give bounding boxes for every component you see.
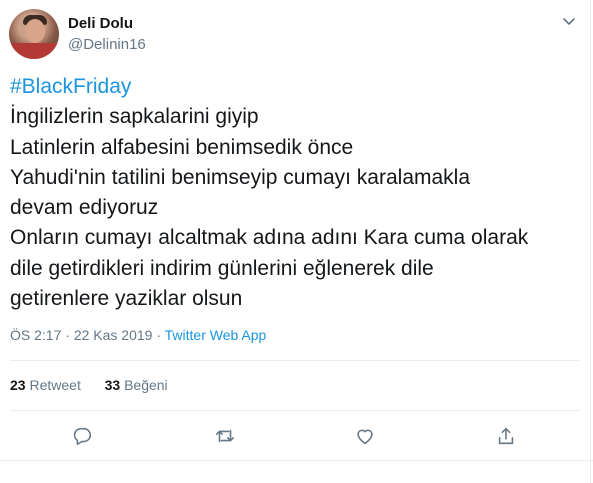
tweet-line: İngilizlerin sapkalarini giyip bbox=[10, 105, 259, 129]
share-icon[interactable] bbox=[495, 425, 517, 447]
user-handle[interactable]: @Delinin16 bbox=[68, 36, 146, 53]
retweet-icon[interactable] bbox=[214, 425, 236, 447]
tweet-stats: 23 Retweet 33 Beğeni bbox=[10, 377, 168, 393]
tweet-line: Latinlerin alfabesini benimsedik önce bbox=[10, 135, 354, 159]
retweet-count: 23 bbox=[10, 377, 26, 393]
divider bbox=[10, 360, 580, 361]
tweet-source-link[interactable]: Twitter Web App bbox=[165, 327, 267, 343]
tweet-meta: ÖS 2:17 · 22 Kas 2019 · Twitter Web App bbox=[10, 327, 266, 343]
tweet-time[interactable]: ÖS 2:17 bbox=[10, 327, 61, 343]
tweet-line: Yahudi'nin tatilini benimseyip cumayı ka… bbox=[10, 165, 471, 189]
hashtag-link[interactable]: #BlackFriday bbox=[10, 72, 580, 102]
meta-separator: · bbox=[61, 327, 74, 343]
avatar[interactable] bbox=[9, 9, 59, 59]
card-right-border bbox=[590, 0, 591, 483]
like-count: 33 bbox=[104, 377, 121, 393]
tweet-line: getirenlere yaziklar olsun bbox=[10, 287, 243, 311]
reply-icon[interactable] bbox=[71, 425, 93, 447]
chevron-down-icon[interactable] bbox=[560, 15, 578, 29]
card-bottom-border bbox=[0, 460, 593, 461]
divider bbox=[10, 410, 580, 411]
like-label: Beğeni bbox=[124, 377, 168, 393]
tweet-text: #BlackFriday İngilizlerin sapkalarini gi… bbox=[10, 72, 580, 314]
retweet-stat[interactable]: 23 Retweet bbox=[10, 377, 85, 393]
heart-icon[interactable] bbox=[354, 425, 376, 447]
user-display-name[interactable]: Deli Dolu bbox=[68, 15, 133, 32]
tweet-line: dile getirdikleri indirim günlerini eğle… bbox=[10, 256, 434, 280]
like-stat[interactable]: 33 Beğeni bbox=[105, 377, 168, 393]
tweet-line: Onların cumayı alcaltmak adına adını Kar… bbox=[10, 226, 529, 250]
tweet-card: Deli Dolu @Delinin16 #BlackFriday İngili… bbox=[0, 0, 593, 483]
retweet-label: Retweet bbox=[29, 377, 81, 393]
tweet-line: devam ediyoruz bbox=[10, 196, 159, 220]
meta-separator: · bbox=[152, 327, 165, 343]
tweet-date[interactable]: 22 Kas 2019 bbox=[74, 327, 153, 343]
